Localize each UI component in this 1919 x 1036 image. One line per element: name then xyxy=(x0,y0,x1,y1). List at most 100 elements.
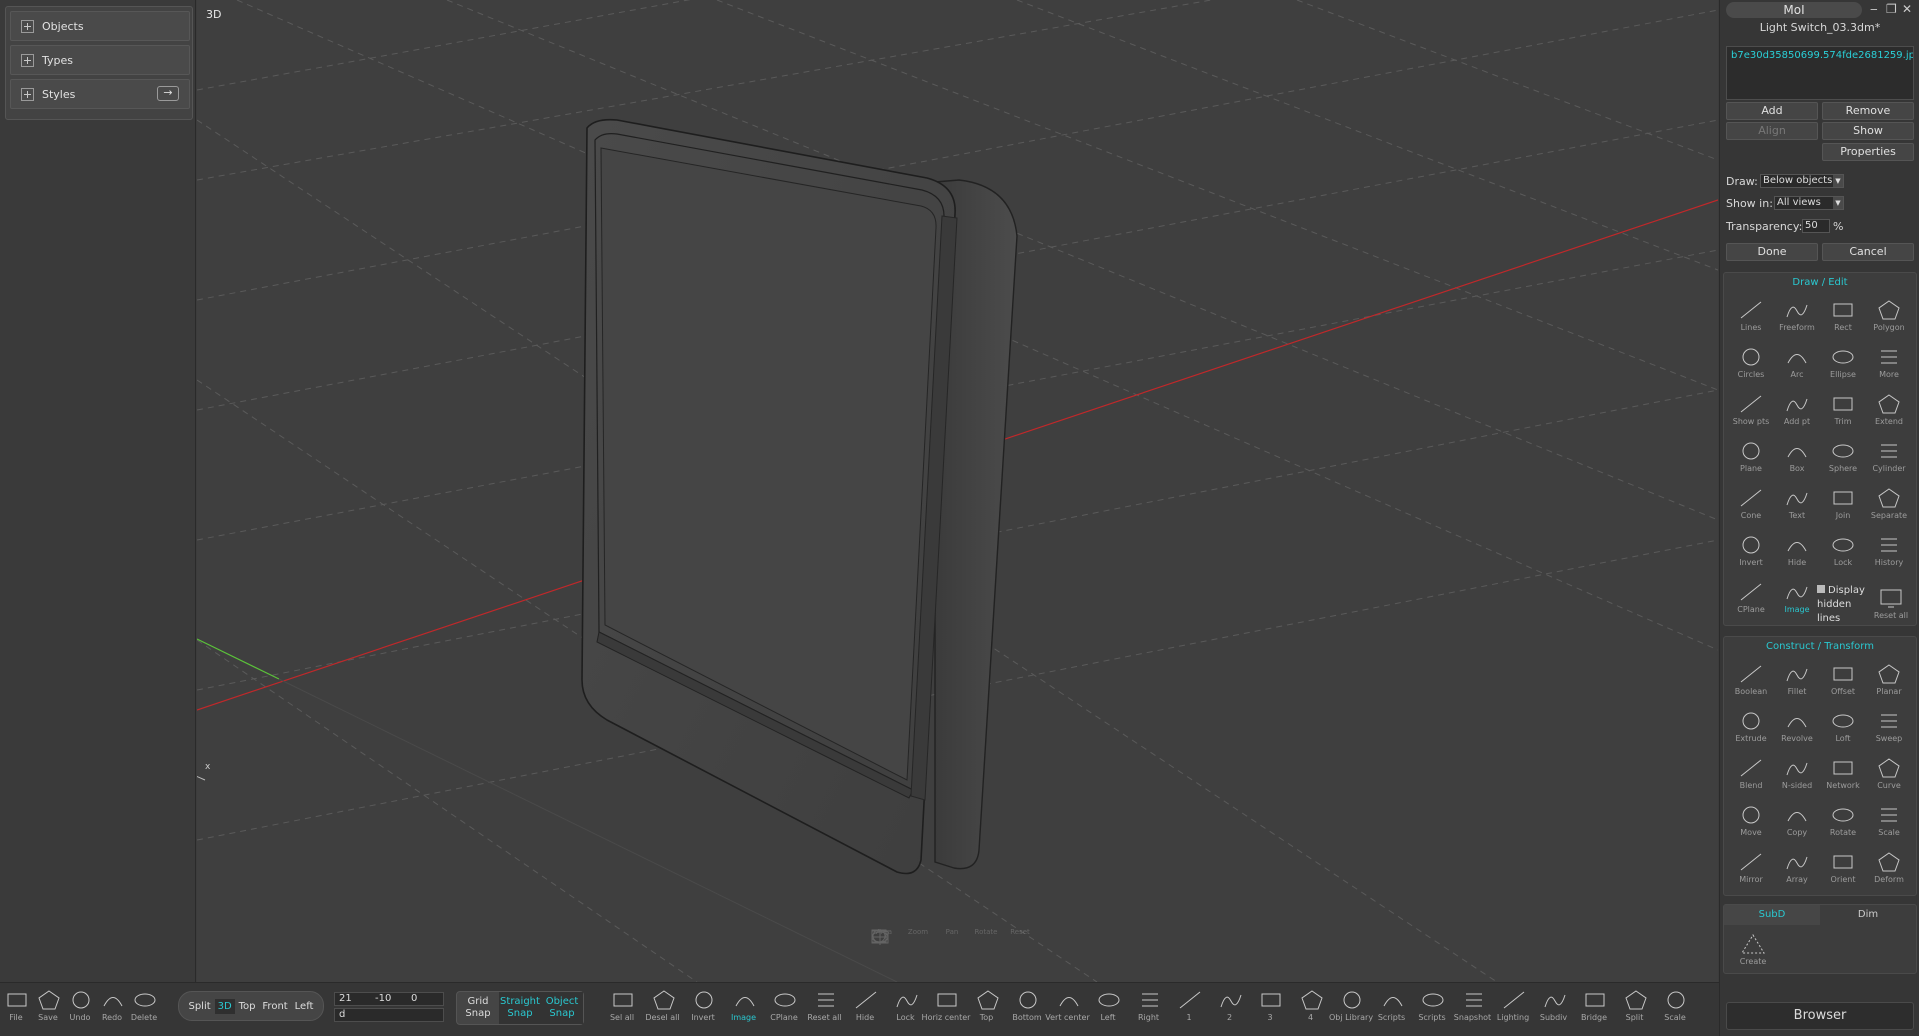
join-tool[interactable]: Join xyxy=(1820,481,1866,527)
coord-x[interactable]: 21 xyxy=(335,993,371,1005)
arc-tool[interactable]: Arc xyxy=(1774,340,1820,386)
reset-all-tool[interactable]: Reset all xyxy=(1868,581,1914,627)
right-button[interactable]: Right xyxy=(1131,989,1167,1033)
image-list-item[interactable]: b7e30d35850699.574fde2681259.jp xyxy=(1731,50,1913,61)
more-tool[interactable]: More xyxy=(1866,340,1912,386)
planar-tool[interactable]: Planar xyxy=(1866,657,1912,703)
revolve-tool[interactable]: Revolve xyxy=(1774,704,1820,750)
bottom-button[interactable]: Bottom xyxy=(1009,989,1045,1033)
expand-plus-icon[interactable] xyxy=(21,53,34,67)
grid-snap-toggle[interactable]: Grid Snap xyxy=(457,992,499,1024)
bridge-button[interactable]: Bridge xyxy=(1576,989,1612,1033)
view-split[interactable]: Split xyxy=(185,999,213,1014)
freeform-tool[interactable]: Freeform xyxy=(1774,293,1820,339)
obj-library-button[interactable]: Obj Library xyxy=(1329,989,1373,1033)
box-tool[interactable]: Box xyxy=(1774,434,1820,480)
object-snap-toggle[interactable]: Object Snap xyxy=(541,992,583,1024)
hide-button[interactable]: Hide xyxy=(847,989,883,1033)
copy-tool[interactable]: Copy xyxy=(1774,798,1820,844)
horiz-center-button[interactable]: Horiz center xyxy=(922,989,970,1033)
ellipse-tool[interactable]: Ellipse xyxy=(1820,340,1866,386)
trim-tool[interactable]: Trim xyxy=(1820,387,1866,433)
cone-tool[interactable]: Cone xyxy=(1728,481,1774,527)
image-tool[interactable]: Image xyxy=(1774,575,1820,621)
image-list[interactable]: b7e30d35850699.574fde2681259.jp xyxy=(1726,46,1914,100)
n-sided-tool[interactable]: N-sided xyxy=(1774,751,1820,797)
lines-tool[interactable]: Lines xyxy=(1728,293,1774,339)
file-button[interactable]: File xyxy=(0,989,34,1033)
straight-snap-toggle[interactable]: Straight Snap xyxy=(499,992,541,1024)
rotate-tool[interactable]: Rotate xyxy=(1820,798,1866,844)
image-properties-button[interactable]: Properties xyxy=(1822,143,1914,161)
coord-z[interactable]: 0 xyxy=(407,993,443,1005)
remove-image-button[interactable]: Remove xyxy=(1822,102,1914,120)
nav-pan[interactable]: Pan xyxy=(872,928,966,976)
cplane-tool[interactable]: CPlane xyxy=(1728,575,1774,621)
done-button[interactable]: Done xyxy=(1726,243,1818,261)
view-top[interactable]: Top xyxy=(236,999,259,1014)
subdiv-button[interactable]: Subdiv xyxy=(1536,989,1572,1033)
sweep-tool[interactable]: Sweep xyxy=(1866,704,1912,750)
lock-tool[interactable]: Lock xyxy=(1820,528,1866,574)
transparency-input[interactable]: 50 xyxy=(1802,219,1830,233)
rect-tool[interactable]: Rect xyxy=(1820,293,1866,339)
cplane-button[interactable]: CPlane xyxy=(766,989,802,1033)
angle-input[interactable] xyxy=(396,1009,443,1021)
image-button[interactable]: Image xyxy=(726,989,762,1033)
1-button[interactable]: 1 xyxy=(1171,989,1207,1033)
coordinate-input[interactable]: 21 -10 0 d xyxy=(334,992,444,1022)
circles-tool[interactable]: Circles xyxy=(1728,340,1774,386)
view-left[interactable]: Left xyxy=(292,999,317,1014)
browser-button[interactable]: Browser xyxy=(1726,1002,1914,1030)
sel-all-button[interactable]: Sel all xyxy=(604,989,640,1033)
plane-tool[interactable]: Plane xyxy=(1728,434,1774,480)
delete-button[interactable]: Delete xyxy=(126,989,162,1033)
nav-reset[interactable]: Reset xyxy=(871,928,1034,976)
orient-tool[interactable]: Orient xyxy=(1820,845,1866,891)
expand-plus-icon[interactable] xyxy=(21,19,34,33)
loft-tool[interactable]: Loft xyxy=(1820,704,1866,750)
extrude-tool[interactable]: Extrude xyxy=(1728,704,1774,750)
add-image-button[interactable]: Add xyxy=(1726,102,1818,120)
history-tool[interactable]: History xyxy=(1866,528,1912,574)
minimize-icon[interactable]: ‒ xyxy=(1870,2,1878,16)
view-3d[interactable]: 3D xyxy=(214,998,235,1014)
checkbox-icon[interactable] xyxy=(1817,585,1825,593)
browser-row-objects[interactable]: Objects xyxy=(10,11,190,41)
show-in-select[interactable]: All views ▼ xyxy=(1774,196,1844,210)
snapshot-button[interactable]: Snapshot xyxy=(1454,989,1491,1033)
close-icon[interactable]: ✕ xyxy=(1902,2,1912,16)
top-button[interactable]: Top xyxy=(969,989,1005,1033)
show-pts-tool[interactable]: Show pts xyxy=(1728,387,1774,433)
vert-center-button[interactable]: Vert center xyxy=(1045,989,1090,1033)
left-button[interactable]: Left xyxy=(1090,989,1126,1033)
browser-row-types[interactable]: Types xyxy=(10,45,190,75)
invert-button[interactable]: Invert xyxy=(685,989,721,1033)
nav-rotate[interactable]: Rotate xyxy=(871,928,1000,976)
scale-button[interactable]: Scale xyxy=(1657,989,1693,1033)
3d-viewport[interactable]: 3D z y x Area Zoom Pan Rotate Reset xyxy=(197,0,1718,982)
fillet-tool[interactable]: Fillet xyxy=(1774,657,1820,703)
distance-input[interactable] xyxy=(349,1009,396,1021)
hide-tool[interactable]: Hide xyxy=(1774,528,1820,574)
coord-y[interactable]: -10 xyxy=(371,993,407,1005)
cancel-button[interactable]: Cancel xyxy=(1822,243,1914,261)
offset-tool[interactable]: Offset xyxy=(1820,657,1866,703)
move-tool[interactable]: Move xyxy=(1728,798,1774,844)
lock-button[interactable]: Lock xyxy=(888,989,924,1033)
array-tool[interactable]: Array xyxy=(1774,845,1820,891)
draw-select[interactable]: Below objects ▼ xyxy=(1760,174,1844,188)
split-button[interactable]: Split xyxy=(1617,989,1653,1033)
scripts-button[interactable]: Scripts xyxy=(1414,989,1450,1033)
desel-all-button[interactable]: Desel all xyxy=(645,989,681,1033)
deform-tool[interactable]: Deform xyxy=(1866,845,1912,891)
expand-plus-icon[interactable] xyxy=(21,87,34,101)
extend-tool[interactable]: Extend xyxy=(1866,387,1912,433)
browser-row-styles[interactable]: Styles → xyxy=(10,79,190,109)
add-pt-tool[interactable]: Add pt xyxy=(1774,387,1820,433)
tab-dim[interactable]: Dim xyxy=(1820,905,1916,925)
polygon-tool[interactable]: Polygon xyxy=(1866,293,1912,339)
align-image-button[interactable]: Align xyxy=(1726,122,1818,140)
subd-create-tool[interactable]: Create xyxy=(1730,927,1776,973)
separate-tool[interactable]: Separate xyxy=(1866,481,1912,527)
